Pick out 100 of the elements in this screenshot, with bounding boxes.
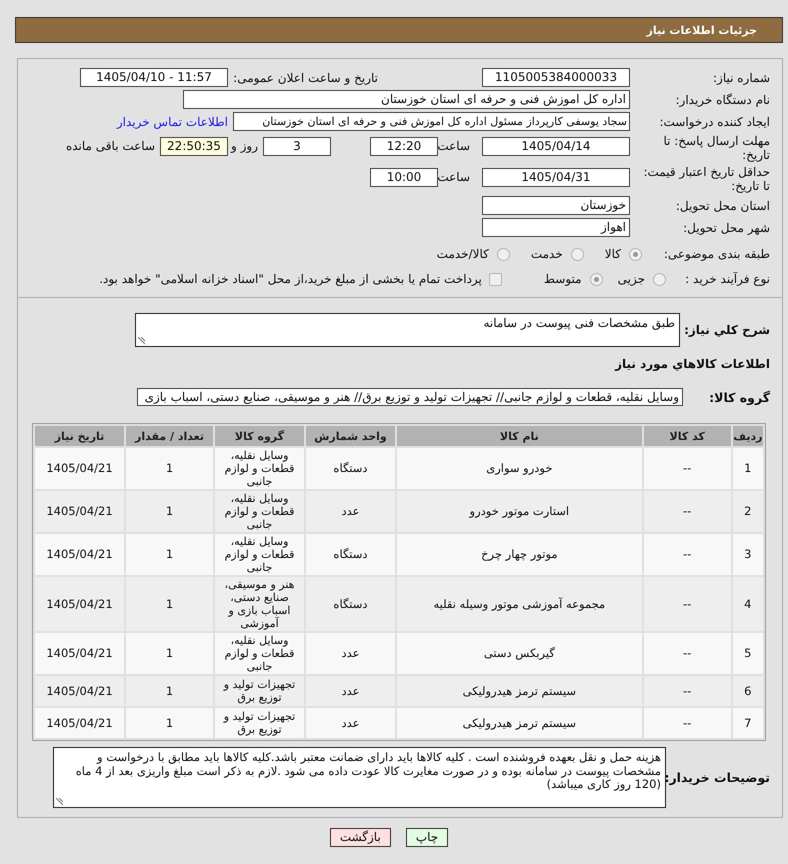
time-label: ساعت: [437, 139, 470, 153]
table-cell: گیربکس دستی: [396, 633, 642, 674]
field-label: مهلت ارسال پاسخ: تا تاریخ:: [663, 134, 770, 162]
field-label: شرح کلي نیاز:: [684, 323, 770, 337]
table-cell: 1405/04/21: [35, 534, 124, 575]
contact-link[interactable]: اطلاعات تماس خریدار: [116, 114, 228, 128]
field-label: نام دستگاه خریدار:: [676, 92, 770, 106]
column-header: کد کالا: [644, 426, 731, 446]
option-label: جزیی: [618, 272, 645, 286]
table-cell: 1: [126, 577, 213, 631]
table-cell: هنر و موسیقی، صنایع دستی، اسباب بازی و آموزشی: [215, 577, 304, 631]
table-cell: --: [644, 534, 731, 575]
page-title: جزئیات اطلاعات نیاز: [646, 24, 757, 36]
province-field[interactable]: خوزستان: [482, 196, 630, 215]
table-cell: --: [644, 676, 731, 706]
radio-button[interactable]: [629, 248, 642, 260]
goods-group-field[interactable]: وسایل نقلیه، قطعات و لوازم جانبی// تجهیزات تولید و توزیع برق// هنر و موسیقی، صنایع دستی، اسباب بازی: [137, 388, 683, 406]
table-cell: عدد: [306, 633, 395, 674]
table-cell: سیستم ترمز هیدرولیکی: [396, 676, 642, 706]
remaining-label: ساعت باقی مانده: [66, 138, 155, 155]
field-label: تاریخ و ساعت اعلان عمومی:: [233, 70, 378, 84]
table-cell: --: [644, 633, 731, 674]
field-label: حداقل تاریخ اعتبار قیمت: تا تاریخ:: [643, 165, 770, 193]
table-cell: 1: [126, 708, 213, 738]
table-cell: 1: [126, 633, 213, 674]
option-label: متوسط: [544, 272, 582, 286]
table-cell: وسایل نقلیه، قطعات و لوازم جانبی: [215, 491, 304, 532]
time-label: ساعت: [437, 170, 470, 184]
table-cell: استارت موتور خودرو: [396, 491, 642, 532]
buyer-org-field[interactable]: اداره کل اموزش فنی و حرفه ای استان خوزستان: [183, 90, 630, 109]
table-cell: وسایل نقلیه، قطعات و لوازم جانبی: [215, 448, 304, 489]
table-cell: 1405/04/21: [35, 633, 124, 674]
table-cell: 2: [732, 491, 763, 532]
column-header: واحد شمارش: [306, 426, 395, 446]
field-label: توضیحات خریدار:: [664, 770, 770, 785]
table-cell: وسایل نقلیه، قطعات و لوازم جانبی: [215, 633, 304, 674]
table-cell: عدد: [306, 676, 395, 706]
need-number-field[interactable]: 1105005384000033: [482, 68, 630, 87]
field-label: شماره نیاز:: [713, 70, 770, 84]
table-cell: 1405/04/21: [35, 448, 124, 489]
back-button[interactable]: بازگشت: [330, 828, 391, 847]
announce-date-field[interactable]: 1405/04/10 - 11:57: [80, 68, 228, 87]
table-cell: 1405/04/21: [35, 491, 124, 532]
validity-date-field[interactable]: 1405/04/31: [482, 168, 630, 187]
column-header: ردیف: [732, 426, 763, 446]
table-cell: دستگاه: [306, 448, 395, 489]
table-cell: 6: [732, 676, 763, 706]
column-header: تاریخ نیاز: [35, 426, 124, 446]
table-cell: 1: [126, 676, 213, 706]
radio-button[interactable]: [570, 248, 584, 260]
remaining-time-field[interactable]: 22:50:35: [160, 137, 228, 156]
table-cell: --: [644, 448, 731, 489]
checkbox[interactable]: [488, 272, 502, 286]
radio-button[interactable]: [496, 248, 510, 260]
table-cell: خودرو سواری: [396, 448, 642, 489]
deadline-time-field[interactable]: 12:20: [370, 137, 438, 156]
deadline-date-field[interactable]: 1405/04/14: [482, 137, 630, 156]
column-header: گروه کالا: [215, 426, 304, 446]
table-cell: 3: [732, 534, 763, 575]
field-label: طبقه بندی موضوعی:: [664, 247, 770, 261]
checkbox-label: پرداخت تمام یا بخشی از مبلغ خرید،از محل "اسناد خزانه اسلامی" خواهد بود.: [99, 272, 482, 286]
print-button[interactable]: چاپ: [406, 828, 448, 847]
table-cell: 1405/04/21: [35, 676, 124, 706]
option-label: کالا: [604, 247, 621, 261]
table-cell: موتور چهار چرخ: [396, 534, 642, 575]
table-cell: --: [644, 577, 731, 631]
option-label: کالا/خدمت: [436, 247, 489, 261]
table-cell: --: [644, 708, 731, 738]
table-cell: 1: [126, 534, 213, 575]
table-cell: مجموعه آموزشی موتور وسیله نقلیه: [396, 577, 642, 631]
table-cell: 7: [732, 708, 763, 738]
buyer-notes-field[interactable]: هزینه حمل و نقل بعهده فروشنده است . کلیه کالاها باید دارای ضمانت معتبر باشد.کلیه کالاها باید مطابق با درخواست و مشخصات پیوست در سامانه بوده و در صورت مغایرت کالا عودت داده می شود .لازم به ذکر است مبلغ واریزی بعد از 4 ماه (120 روز کاری میباشد): [53, 747, 666, 808]
field-label: شهر محل تحویل:: [683, 220, 770, 234]
table-cell: سیستم ترمز هیدرولیکی: [396, 708, 642, 738]
resize-grip-icon[interactable]: [137, 337, 145, 345]
requester-field[interactable]: سجاد یوسفی کارپرداز مسئول اداره کل اموزش فنی و حرفه ای استان خوزستان: [233, 112, 630, 131]
column-header: تعداد / مقدار: [126, 426, 213, 446]
city-field[interactable]: اهواز: [482, 218, 630, 237]
validity-time-field[interactable]: 10:00: [370, 168, 438, 187]
table-cell: 1: [126, 448, 213, 489]
table-cell: عدد: [306, 491, 395, 532]
section-title: اطلاعات کالاهاي مورد نیاز: [615, 357, 770, 371]
table-cell: 1: [732, 448, 763, 489]
description-field[interactable]: طبق مشخصات فنی پیوست در سامانه: [135, 313, 680, 347]
field-label: گروه کالا:: [709, 390, 770, 404]
table-cell: 5: [732, 633, 763, 674]
table-cell: 1405/04/21: [35, 577, 124, 631]
option-label: خدمت: [530, 247, 563, 261]
table-cell: دستگاه: [306, 534, 395, 575]
resize-grip-icon[interactable]: [55, 798, 63, 806]
radio-button[interactable]: [590, 272, 603, 286]
field-label: ایجاد کننده درخواست:: [659, 114, 770, 128]
field-label: استان محل تحویل:: [676, 198, 770, 212]
table-cell: تجهیزات تولید و توزیع برق: [215, 676, 304, 706]
table-cell: تجهیزات تولید و توزیع برق: [215, 708, 304, 738]
table-cell: 1405/04/21: [35, 708, 124, 738]
field-label: نوع فرآیند خرید :: [685, 272, 770, 286]
radio-button[interactable]: [653, 272, 666, 286]
table-cell: عدد: [306, 708, 395, 738]
days-field[interactable]: 3: [263, 137, 331, 156]
